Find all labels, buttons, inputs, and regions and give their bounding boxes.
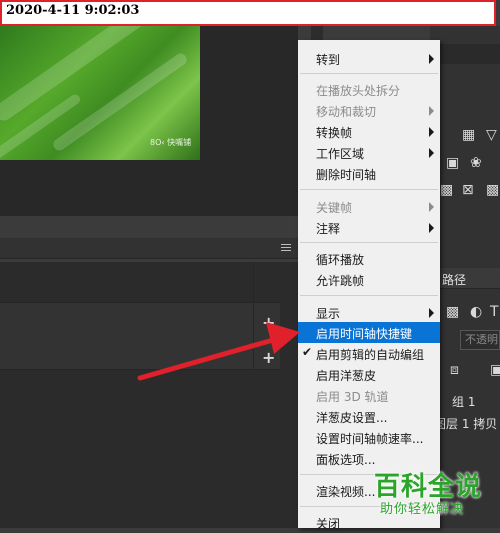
annotation-arrow-icon: [137, 322, 300, 381]
brand-watermark-subtitle: 助你轻松解决: [380, 502, 465, 517]
